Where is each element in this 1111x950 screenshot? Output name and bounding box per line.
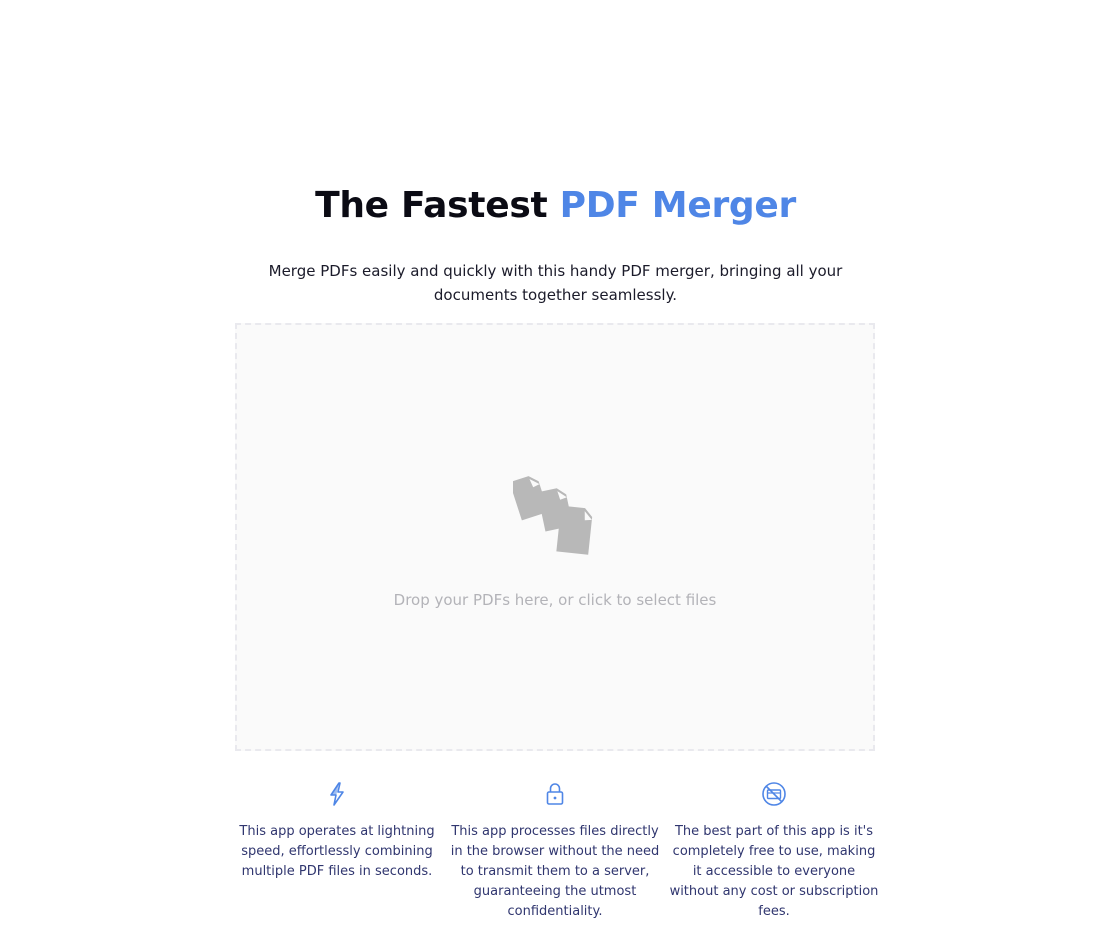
file-dropzone[interactable]: Drop your PDFs here, or click to select … xyxy=(235,323,875,751)
page-subtitle: Merge PDFs easily and quickly with this … xyxy=(268,262,843,304)
feature-speed-text: This app operates at lightning speed, ef… xyxy=(239,824,435,879)
lock-icon xyxy=(546,783,564,805)
title-accent: PDF Merger xyxy=(559,185,797,226)
feature-free-text: The best part of this app is it's comple… xyxy=(669,824,879,919)
stacked-documents-icon xyxy=(513,476,593,555)
page-title: The Fastest PDF Merger xyxy=(0,180,1111,232)
feature-free: The best part of this app is it's comple… xyxy=(669,780,879,922)
feature-privacy: This app processes files directly in the… xyxy=(450,780,660,922)
dropzone-label[interactable]: Drop your PDFs here, or click to select … xyxy=(237,591,873,609)
lightning-icon xyxy=(330,782,344,806)
feature-speed: This app operates at lightning speed, ef… xyxy=(232,780,442,882)
feature-list: This app operates at lightning speed, ef… xyxy=(232,780,878,950)
feature-privacy-text: This app processes files directly in the… xyxy=(450,824,660,919)
title-plain: The Fastest xyxy=(315,185,548,226)
no-cost-icon xyxy=(762,782,786,806)
